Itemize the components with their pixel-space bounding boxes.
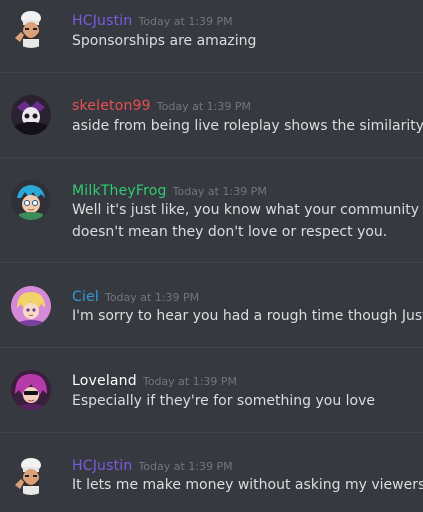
message-text: Well it's just like, you know what your … bbox=[72, 199, 423, 243]
ciel-avatar[interactable] bbox=[11, 286, 51, 326]
username[interactable]: Ciel bbox=[72, 289, 99, 305]
message-divider bbox=[0, 157, 423, 158]
message-header: skeleton99 Today at 1:39 PM bbox=[72, 95, 251, 114]
chef-avatar[interactable] bbox=[11, 455, 51, 495]
timestamp: Today at 1:39 PM bbox=[156, 100, 251, 113]
message-line: aside from being live roleplay shows the… bbox=[72, 118, 423, 134]
message-header: Ciel Today at 1:39 PM bbox=[72, 286, 199, 305]
message-header: MilkTheyFrog Today at 1:39 PM bbox=[72, 180, 267, 199]
timestamp: Today at 1:39 PM bbox=[172, 185, 267, 198]
message-line: doesn't mean they don't love or respect … bbox=[72, 224, 388, 240]
message-divider bbox=[0, 347, 423, 348]
timestamp: Today at 1:39 PM bbox=[138, 15, 233, 28]
username[interactable]: HCJustin bbox=[72, 13, 132, 29]
timestamp: Today at 1:39 PM bbox=[138, 460, 233, 473]
message-header: Loveland Today at 1:39 PM bbox=[72, 370, 237, 389]
message-text: Especially if they're for something you … bbox=[72, 390, 423, 412]
message-header: HCJustin Today at 1:39 PM bbox=[72, 455, 233, 474]
loveland-avatar[interactable] bbox=[11, 370, 51, 410]
message-divider bbox=[0, 72, 423, 73]
username[interactable]: skeleton99 bbox=[72, 98, 151, 114]
skeleton-avatar[interactable] bbox=[11, 95, 51, 135]
message-line: Sponsorships are amazing bbox=[72, 33, 257, 49]
chat-message-list: HCJustin Today at 1:39 PM Sponsorships ar… bbox=[0, 0, 423, 512]
message-line: Well it's just like, you know what your … bbox=[72, 202, 423, 218]
timestamp: Today at 1:39 PM bbox=[142, 375, 238, 388]
username[interactable]: Loveland bbox=[72, 373, 137, 389]
frog-avatar[interactable] bbox=[11, 180, 51, 220]
message-divider bbox=[0, 432, 423, 433]
message-line: It lets me make money without asking my … bbox=[72, 477, 423, 493]
message-text: Sponsorships are amazing bbox=[72, 30, 423, 52]
username[interactable]: MilkTheyFrog bbox=[72, 183, 167, 199]
chef-avatar[interactable] bbox=[11, 8, 51, 48]
message-divider bbox=[0, 262, 423, 263]
message-text: aside from being live roleplay shows the… bbox=[72, 115, 423, 137]
message-line: Especially if they're for something you … bbox=[72, 393, 376, 409]
message-text: I'm sorry to hear you had a rough time t… bbox=[72, 305, 423, 327]
message-text: It lets me make money without asking my … bbox=[72, 474, 423, 496]
message-line: I'm sorry to hear you had a rough time t… bbox=[72, 308, 423, 324]
timestamp: Today at 1:39 PM bbox=[104, 291, 200, 304]
username[interactable]: HCJustin bbox=[72, 458, 132, 474]
message-header: HCJustin Today at 1:39 PM bbox=[72, 10, 233, 29]
